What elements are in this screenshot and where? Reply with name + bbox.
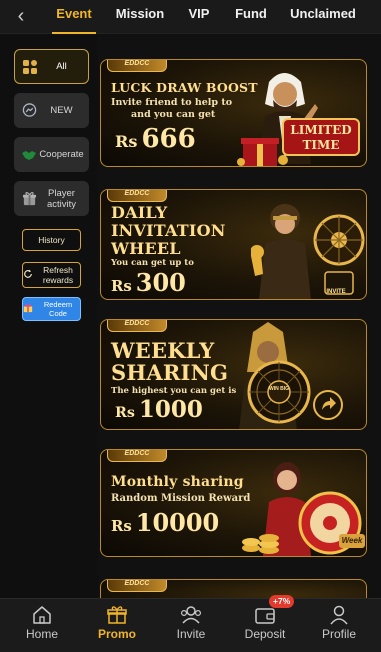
banner-brand-tag: EDDCC [107, 450, 167, 462]
handshake-icon [21, 147, 37, 163]
nav-home[interactable]: Home [4, 599, 80, 652]
sidebar-item-new[interactable]: NEW [14, 93, 89, 128]
refresh-rewards-button[interactable]: Refresh rewards [22, 262, 81, 288]
limited-time-badge: LIMITED TIME [282, 118, 360, 156]
banner-subtitle: Random Mission Reward [111, 493, 251, 504]
redeem-code-button[interactable]: Redeem Code [22, 297, 81, 321]
sidebar-item-label: Player activity [46, 187, 77, 210]
banner-partial[interactable]: EDDCC [100, 579, 367, 598]
banner-weekly-sharing[interactable]: EDDCC WEEKLY SHARING The highest you can … [100, 319, 367, 430]
banner-brand-tag: EDDCC [107, 320, 167, 332]
gift-icon [107, 606, 127, 624]
grid-icon [22, 59, 38, 75]
banner-title: LUCK DRAW BOOST [111, 80, 258, 95]
tab-fund[interactable]: Fund [232, 0, 270, 34]
banner-brand-tag: EDDCC [107, 60, 167, 72]
nav-promo[interactable]: Promo [79, 599, 155, 652]
prize-wheel-illustration [313, 214, 365, 295]
banner-monthly-sharing[interactable]: EDDCC Monthly sharing Random Mission Rew… [100, 449, 367, 557]
history-button[interactable]: History [22, 229, 81, 251]
redeem-gift-icon [23, 303, 33, 315]
banner-brand-tag: EDDCC [107, 190, 167, 202]
refresh-label: Refresh rewards [42, 265, 74, 285]
top-tab-bar: ‹ Event Mission VIP Fund Unclaimed [0, 0, 381, 34]
nav-label: Deposit [244, 627, 286, 641]
banner-subtitle: and you can get [131, 109, 216, 120]
banner-title: Monthly sharing [111, 474, 244, 490]
gift-icon [21, 191, 37, 207]
share-arrow-icon [313, 390, 343, 420]
messenger-icon [21, 103, 37, 119]
promo-list: EDDCC LUCK DRAW BOOST Invite friend to h… [98, 35, 381, 598]
nav-deposit[interactable]: +7% Deposit [227, 595, 303, 652]
banner-brand-tag: EDDCC [107, 580, 167, 592]
banner-amount: Rs 10000 [111, 508, 220, 537]
aviator-character-illustration [251, 204, 311, 299]
banner-subtitle: Invite friend to help to [111, 97, 233, 108]
nav-profile[interactable]: Profile [301, 599, 377, 652]
back-arrow-icon[interactable]: ‹ [10, 5, 32, 27]
gold-coins-illustration [242, 534, 279, 554]
refresh-icon [23, 269, 33, 281]
banner-luck-draw-boost[interactable]: EDDCC LUCK DRAW BOOST Invite friend to h… [100, 59, 367, 167]
banner-amount: Rs 666 [115, 124, 196, 154]
nav-label: Profile [321, 627, 356, 641]
banner-amount: Rs 300 [111, 268, 186, 297]
deposit-bonus-badge: +7% [269, 595, 295, 608]
sidebar-item-label: All [56, 61, 67, 72]
sidebar-item-label: NEW [50, 105, 73, 116]
tab-unclaimed[interactable]: Unclaimed [290, 0, 356, 34]
redeem-label: Redeem Code [43, 300, 73, 318]
sidebar-item-player-activity[interactable]: Player activity [14, 181, 89, 216]
sidebar-item-label: Cooperate [39, 149, 84, 160]
nav-invite[interactable]: Invite [153, 599, 229, 652]
sidebar-item-cooperate[interactable]: Cooperate [14, 137, 89, 172]
sidebar-item-all[interactable]: All [14, 49, 89, 84]
nav-label: Invite [176, 627, 206, 641]
tab-vip[interactable]: VIP [183, 0, 215, 34]
person-icon [330, 605, 348, 625]
people-icon [180, 606, 202, 624]
invite-badge: INVITE [326, 289, 346, 295]
banner-subtitle: The highest you can get is [111, 386, 237, 396]
win-big-wheel-illustration [247, 360, 311, 424]
nav-label: Home [25, 627, 58, 641]
banner-title: DAILY INVITATION WHEEL [111, 203, 226, 258]
banner-title: WEEKLY SHARING [111, 338, 229, 385]
banner-daily-invitation-wheel[interactable]: EDDCC DAILY INVITATION WHEEL You can get u… [100, 189, 367, 300]
tab-event[interactable]: Event [52, 0, 96, 34]
tab-mission[interactable]: Mission [113, 0, 167, 34]
history-label: History [38, 235, 65, 245]
banner-amount: Rs 1000 [115, 396, 203, 423]
sidebar: All NEW Cooperate Player activity Histor… [0, 35, 98, 598]
bottom-navigation: Home Promo Invite +7% Deposit Profile [0, 595, 381, 652]
banner-subtitle: You can get up to [111, 258, 194, 268]
home-icon [33, 606, 51, 624]
nav-label: Promo [97, 627, 136, 641]
week-badge: Week [339, 534, 365, 548]
wheel-label: WIN BIG [269, 386, 289, 392]
